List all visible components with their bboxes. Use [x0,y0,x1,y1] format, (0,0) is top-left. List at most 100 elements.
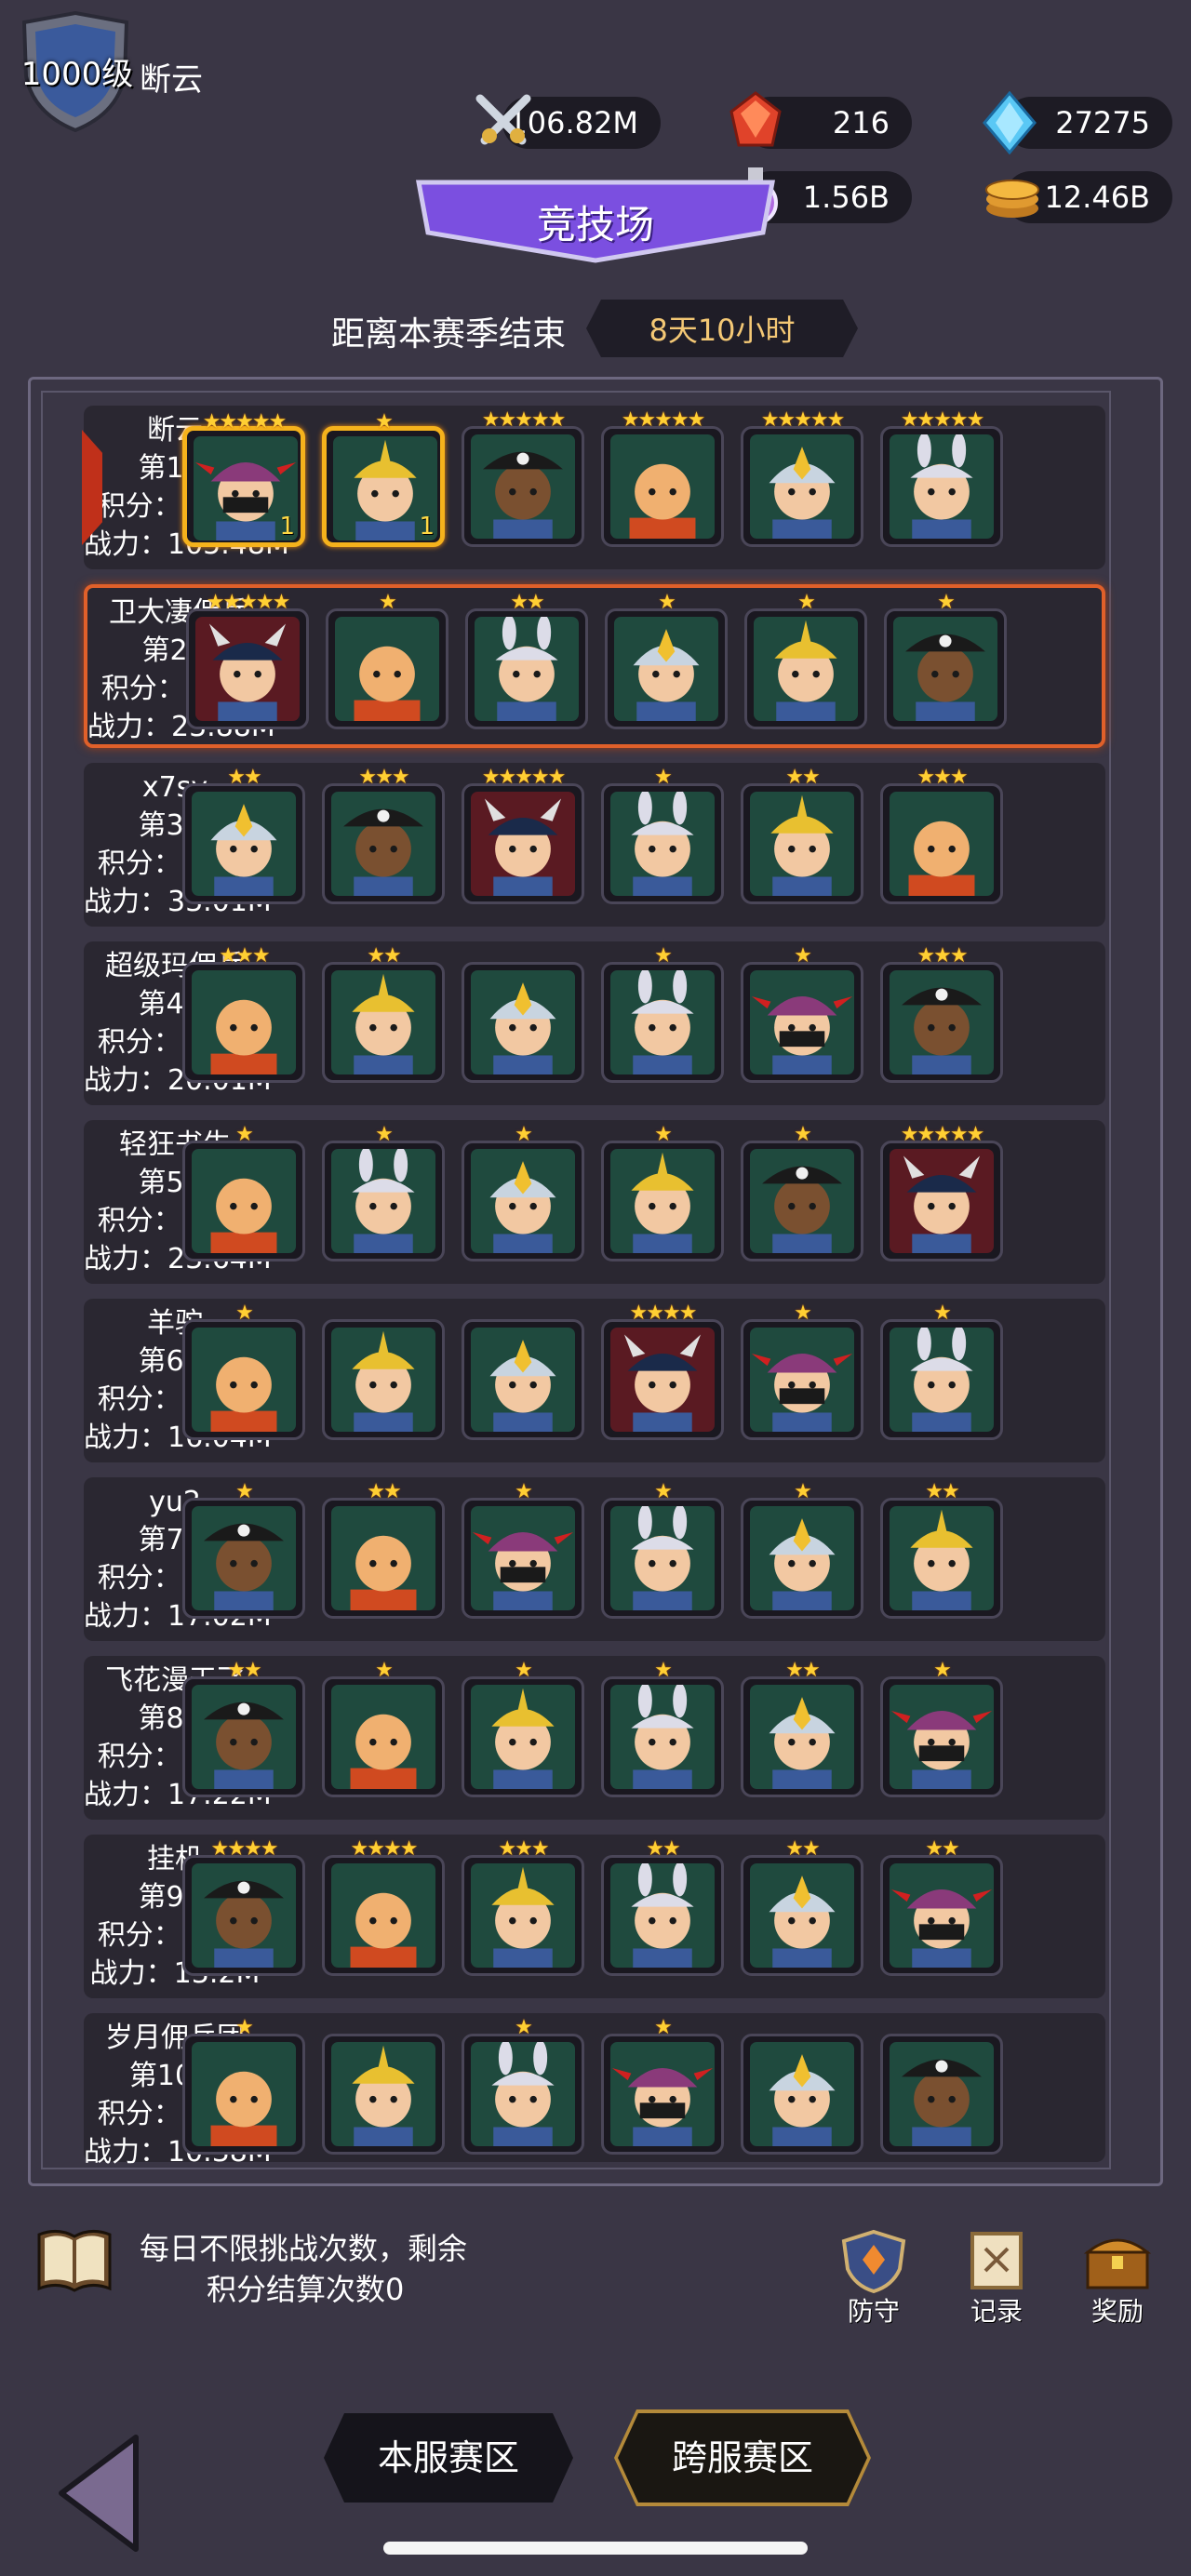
hero-stars: ★ [515,1659,533,1682]
hero-card-paladin[interactable] [462,962,584,1083]
tab-local-server[interactable]: 本服赛区 [324,2413,573,2503]
hero-card-paladin[interactable]: ★ [741,1480,863,1619]
hero-stars: ★★★ [498,1837,549,1861]
monk-hero-icon [192,2042,296,2146]
hero-card-paladin[interactable] [462,1319,584,1440]
hero-card-horned[interactable]: ★★★★★ [880,1123,1003,1261]
hero-card-knight[interactable]: ★ [744,591,867,729]
hero-card-horned[interactable]: ★★★★★ [462,766,584,904]
defense-button[interactable]: 防守 [832,2228,916,2329]
hero-card-pirate[interactable] [880,2034,1003,2155]
hero-stars: ★ [654,766,673,789]
hero-card-bunny[interactable]: ★★ [601,1837,724,1976]
hero-card-ninja[interactable]: ★★★★★ 1 [182,410,305,547]
hero-card-knight[interactable]: ★ [601,1123,724,1261]
hero-card-ninja[interactable]: ★ [462,1480,584,1619]
hero-stars: ★ [794,1301,812,1325]
hero-stars: ★ [933,1659,952,1682]
hero-card-knight[interactable] [322,2034,445,2155]
back-arrow-icon[interactable] [52,2419,145,2568]
hero-card-pirate[interactable]: ★ [741,1123,863,1261]
ranking-row[interactable]: 挂机 第9名 积分：1040 战力：13.2M ★★★★ ★★★★ ★★★ ★★ ★★ [84,1835,1105,1998]
hero-card-paladin[interactable]: ★★ [741,1659,863,1797]
hero-card-paladin[interactable]: ★ [462,1123,584,1261]
hero-card-monk[interactable]: ★ [182,1301,305,1440]
hero-card-ninja[interactable]: ★ [880,1659,1003,1797]
hero-card-ninja[interactable]: ★ [601,2016,724,2155]
hero-card-knight[interactable] [322,1319,445,1440]
ranking-row[interactable]: 飞花漫天飞第8名积分：1040战力：17.22M ★★ ★ ★ ★ ★★ [84,1656,1105,1820]
hero-card-knight[interactable]: ★★ [741,766,863,904]
hero-card-bunny[interactable]: ★★ [465,591,588,729]
hero-card-knight[interactable]: ★★★ [462,1837,584,1976]
ranking-row[interactable]: 羊驼 第6名 积分：1049 战力：16.04M ★ ★★★★ ★ ★ [84,1299,1105,1462]
hero-card-paladin[interactable]: ★★★★★ [741,408,863,547]
bunny-hero-icon [610,1506,715,1610]
hero-card-bunny[interactable]: ★ [601,766,724,904]
hero-card-bunny[interactable]: ★ [880,1301,1003,1440]
hero-card-monk[interactable]: ★★★ [182,944,305,1083]
monk-hero-icon [192,1328,296,1432]
hero-card-horned[interactable]: ★★★★ [601,1301,724,1440]
ranking-row[interactable]: yu2 第7名 积分：1042 战力：17.02M ★ ★★ ★ ★ ★ ★★ [84,1477,1105,1641]
hero-card-bunny[interactable]: ★ [601,1480,724,1619]
hero-card-pirate[interactable]: ★★★★★ [462,408,584,547]
hero-card-knight[interactable]: ★ 1 [322,410,445,547]
hero-card-monk[interactable]: ★ [322,1659,445,1797]
hero-card-paladin[interactable]: ★★ [182,766,305,904]
hero-stars: ★ [654,2016,673,2039]
tab-cross-server[interactable]: 跨服赛区 [618,2413,867,2503]
ranking-row[interactable]: 卫大凄佣兵 第2名 积分：1116 战力：23.88M ★★★★★ ★ ★★ ★ ★ [84,584,1105,748]
hero-card-monk[interactable]: ★ [182,2016,305,2155]
ranking-row[interactable]: x7sy 第3名 积分：1115 战力：33.01M ★★ ★★★ ★★★★★ ★ ★ [84,763,1105,927]
hero-stars: ★ [794,1123,812,1146]
paladin-hero-icon [471,970,575,1074]
hero-card-knight[interactable]: ★ [462,1659,584,1797]
horned-hero-icon [890,1149,994,1253]
ranking-row[interactable]: 轻狂书生 第5名 积分：1074 战力：23.64M ★ ★ ★ ★ ★ ★★★… [84,1120,1105,1284]
hero-card-ninja[interactable]: ★ [741,1301,863,1440]
hero-card-pirate[interactable]: ★★★★ [182,1837,305,1976]
hero-card-ninja[interactable]: ★ [741,944,863,1083]
hero-card-monk[interactable]: ★★★★★ [601,408,724,547]
hero-card-bunny[interactable]: ★ [601,1659,724,1797]
hero-card-monk[interactable]: ★★ [322,1480,445,1619]
reward-button[interactable]: 奖励 [1076,2228,1159,2329]
hero-card-bunny[interactable]: ★ [322,1123,445,1261]
hero-card-ninja[interactable]: ★★ [880,1837,1003,1976]
hero-card-pirate[interactable]: ★ [182,1480,305,1619]
hero-stars: ★ [375,410,394,434]
hero-card-pirate[interactable]: ★★★ [880,944,1003,1083]
hero-card-bunny[interactable]: ★ [601,944,724,1083]
hero-card-monk[interactable]: ★ [182,1123,305,1261]
hero-card-knight[interactable]: ★★ [880,1480,1003,1619]
hero-card-paladin[interactable]: ★★ [741,1837,863,1976]
hero-card-bunny[interactable]: ★★★★★ [880,408,1003,547]
hero-card-paladin[interactable] [741,2034,863,2155]
hero-card-pirate[interactable]: ★★★ [322,766,445,904]
record-button[interactable]: 记录 [955,2228,1038,2329]
hero-card-knight[interactable]: ★★ [322,944,445,1083]
hero-card-paladin[interactable]: ★ [605,591,728,729]
pirate-hero-icon [890,970,994,1074]
hero-stars: ★★★★ [210,1837,279,1861]
ranking-row[interactable]: 超级玛佣兵 第4名 积分：1087 战力：20.01M ★★★ ★★ ★ ★ ★… [84,941,1105,1105]
hero-card-bunny[interactable]: ★ [462,2016,584,2155]
book-icon[interactable] [35,2223,114,2298]
hero-card-pirate[interactable]: ★ [884,591,1007,729]
monk-hero-icon [331,1685,435,1789]
paladin-hero-icon [750,1506,854,1610]
hero-card-horned[interactable]: ★★★★★ [186,591,309,729]
knight-hero-icon [750,792,854,896]
hero-stars: ★★★★★ [760,408,846,432]
hero-card-monk[interactable]: ★★★★ [322,1837,445,1976]
ranking-row[interactable]: 断云第1名积分：1202战力：105.48M ★★★★★1 ★1 ★★★★★ ★… [84,406,1105,569]
hero-stars: ★★ [646,1837,680,1861]
hero-card-monk[interactable]: ★ [326,591,448,729]
ranking-row[interactable]: 岁月佣兵团 第10名 积分：1037 战力：10.38M ★ ★ ★ [84,2013,1105,2169]
hero-stars: ★★ [367,1480,401,1503]
hero-card-pirate[interactable]: ★★ [182,1659,305,1797]
monk-hero-icon [331,1506,435,1610]
paladin-hero-icon [471,1328,575,1432]
hero-card-monk[interactable]: ★★★ [880,766,1003,904]
